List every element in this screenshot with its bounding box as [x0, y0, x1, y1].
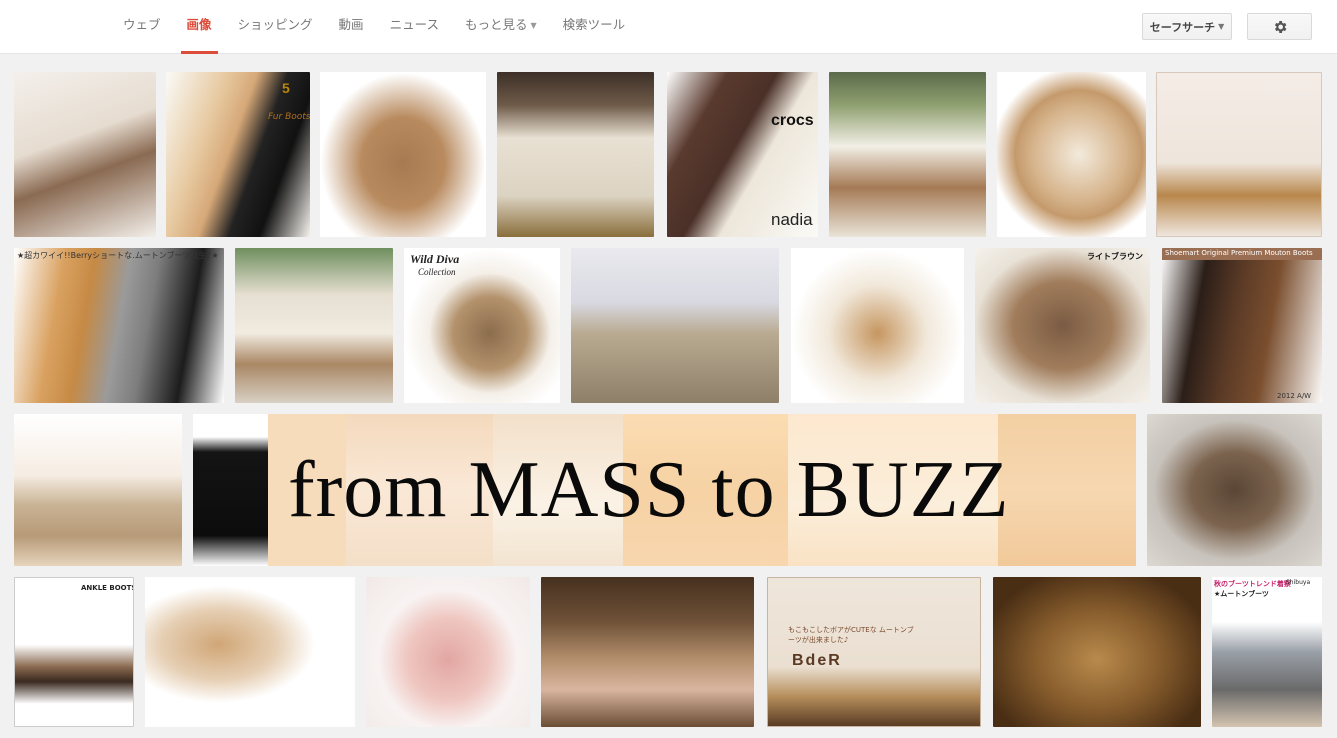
tab-images[interactable]: 画像: [174, 0, 225, 54]
brand-logo-wild-diva: Wild Diva: [410, 252, 460, 266]
image-result[interactable]: [541, 577, 754, 727]
image-result[interactable]: [1147, 414, 1322, 566]
gear-icon: [1274, 20, 1286, 33]
image-caption: 秋のブーツトレンド着察: [1214, 580, 1291, 588]
image-result[interactable]: [571, 248, 779, 403]
tab-label: もっと見る: [464, 17, 528, 32]
safe-search-label: セーフサーチ: [1149, 20, 1216, 34]
image-caption: ★超カワイイ!!Berryショートな.ムートンブーツ誕生♪★: [17, 251, 219, 260]
tab-label: 検索ツール: [562, 17, 626, 32]
image-result[interactable]: [1156, 72, 1322, 237]
image-caption: 2012 A/W: [1277, 392, 1312, 400]
image-badge-number: 5: [282, 80, 290, 96]
tab-more[interactable]: もっと見る ▼: [452, 0, 550, 54]
brand-logo-bder: BdeR: [792, 652, 842, 669]
tab-news[interactable]: ニュース: [377, 0, 452, 54]
chevron-down-icon: ▼: [530, 21, 537, 30]
image-caption: もこもこしたボアがCUTEな ムートンブーツが出来ました♪: [788, 626, 914, 644]
image-result[interactable]: [829, 72, 986, 237]
brand-logo-nadia: nadia: [771, 210, 813, 229]
image-result[interactable]: [997, 72, 1146, 237]
tab-label: 動画: [338, 17, 364, 32]
tab-shopping[interactable]: ショッピング: [225, 0, 326, 54]
image-caption: Shibuya: [1286, 579, 1311, 586]
tab-label: 画像: [186, 17, 212, 32]
image-result[interactable]: [791, 248, 964, 403]
image-result[interactable]: ライトブラウン: [975, 248, 1150, 403]
image-result[interactable]: [235, 248, 393, 403]
image-caption: ★ムートンブーツ: [1214, 590, 1269, 598]
image-caption: ライトブラウン: [1087, 252, 1143, 261]
image-result[interactable]: [497, 72, 654, 237]
image-result[interactable]: [14, 414, 182, 566]
image-result[interactable]: [14, 72, 156, 237]
image-result[interactable]: [145, 577, 355, 727]
image-result[interactable]: ★超カワイイ!!Berryショートな.ムートンブーツ誕生♪★: [14, 248, 224, 403]
tab-label: ニュース: [389, 17, 439, 32]
banner-strip: [193, 414, 268, 566]
brand-logo-crocs: crocs: [771, 112, 814, 129]
tab-search-tools[interactable]: 検索ツール: [550, 0, 639, 54]
search-type-tabs: ウェブ 画像 ショッピング 動画 ニュース もっと見る ▼ 検索ツール: [110, 0, 638, 54]
banner-title: from MASS to BUZZ: [288, 446, 1010, 534]
image-result[interactable]: 5 Fur Boots: [166, 72, 310, 237]
image-result[interactable]: crocs nadia: [667, 72, 818, 237]
tab-web[interactable]: ウェブ: [110, 0, 174, 54]
image-caption: ANKLE BOOTS: [81, 584, 134, 592]
brand-logo-sub: Collection: [418, 267, 456, 277]
image-result[interactable]: ANKLE BOOTS: [14, 577, 134, 727]
image-result[interactable]: Wild Diva Collection: [404, 248, 560, 403]
image-results-grid: 5 Fur Boots crocs nadia ★超カワイイ!!Berryショー…: [0, 0, 1337, 738]
image-result[interactable]: [993, 577, 1201, 727]
image-result[interactable]: もこもこしたボアがCUTEな ムートンブーツが出来ました♪ BdeR: [767, 577, 981, 727]
chevron-down-icon: ▼: [1218, 22, 1225, 31]
image-caption: Shoemart Original Premium Mouton Boots: [1165, 249, 1313, 257]
image-result[interactable]: 秋のブーツトレンド着察 ★ムートンブーツ Shibuya: [1212, 577, 1322, 727]
tab-videos[interactable]: 動画: [326, 0, 377, 54]
settings-button[interactable]: [1247, 13, 1312, 40]
safe-search-button[interactable]: セーフサーチ ▼: [1142, 13, 1232, 40]
top-nav-bar: ウェブ 画像 ショッピング 動画 ニュース もっと見る ▼ 検索ツール セーフサー…: [0, 0, 1337, 54]
tab-label: ショッピング: [237, 17, 313, 32]
image-badge-text: Fur Boots: [268, 112, 310, 122]
image-result[interactable]: Shoemart Original Premium Mouton Boots 2…: [1162, 248, 1322, 403]
tab-label: ウェブ: [123, 17, 161, 32]
image-result[interactable]: [366, 577, 530, 727]
image-result[interactable]: [320, 72, 486, 237]
